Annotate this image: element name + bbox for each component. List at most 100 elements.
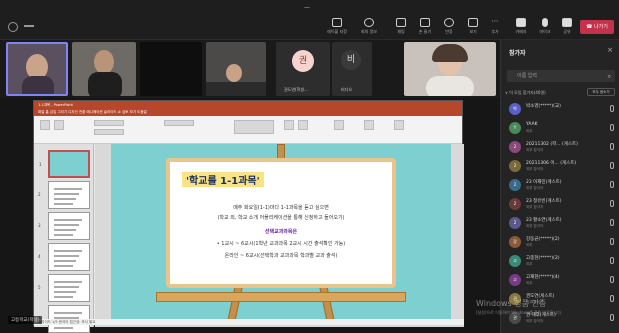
mic-off-icon	[610, 162, 614, 169]
easel-shelf	[156, 292, 406, 302]
label-button[interactable]: 레이블 지정	[322, 18, 352, 38]
thumbnail-text-line	[54, 203, 73, 205]
thumbnail-text-line	[54, 198, 76, 200]
thumbnail-text-line	[54, 327, 73, 329]
participant-row[interactable]: 2 23 황소연(게스트) 외부 참석자	[501, 214, 619, 233]
share-button[interactable]: 공유	[552, 18, 582, 38]
participant-row[interactable]: 2 20211302 (학... (게스트) 외부 참석자	[501, 138, 619, 157]
avatar-tile[interactable]: 권 권도연(학생...	[276, 42, 330, 96]
mic-off-icon	[610, 143, 614, 150]
participant-role: 외부 참석자	[526, 186, 544, 190]
video-tile[interactable]	[140, 42, 202, 96]
participant-row[interactable]: 강 강동균(*****)(2) 외부	[501, 233, 619, 252]
mic-off-icon	[610, 181, 614, 188]
avatar: 강	[509, 236, 521, 248]
participant-row[interactable]: 고 고재현(*****)(4) 외부	[501, 271, 619, 290]
avatar: 권	[292, 50, 314, 72]
thumbnail-text-line	[54, 296, 73, 298]
participant-role: 외부 참석자	[526, 319, 544, 323]
video-tile[interactable]	[6, 42, 68, 96]
close-icon[interactable]: ×	[607, 46, 613, 54]
ppt-titlebar: 1-1과목 - PowerPoint	[34, 101, 462, 109]
participant-name: 23 이재민(게스트)	[526, 180, 562, 185]
slide-thumbnail[interactable]: 5	[38, 274, 90, 302]
ppt-statusbar: 슬라이드 1/5 한국어 접근성: 조사 필요	[34, 319, 464, 325]
font-style-icons[interactable]	[94, 129, 124, 135]
participant-row[interactable]: 박 박소영(*****)(교)	[501, 100, 619, 119]
participant-row[interactable]: 2 23 이재민(게스트) 외부 참석자	[501, 176, 619, 195]
participant-body	[22, 76, 54, 94]
slide-number: 3	[38, 223, 41, 228]
video-tile[interactable]	[72, 42, 136, 96]
slide-thumbnail[interactable]: 2	[38, 181, 90, 209]
slide-number: 1	[39, 162, 42, 167]
shapes-gallery[interactable]	[234, 120, 274, 134]
thumbnail-text-line	[54, 188, 82, 190]
search-icon: ⌕	[607, 73, 611, 80]
thumbnail-text-line	[54, 291, 76, 293]
participant-role: 외부 참석자	[526, 205, 544, 209]
participant-row[interactable]: Y YAAK 외부	[501, 119, 619, 138]
video-tile[interactable]	[206, 42, 266, 96]
activation-watermark: Windows 정품 인증	[476, 299, 547, 308]
slide-line: 온라인 ~ 6교시(선택학과 교과과목 학과별 교과 출석)	[224, 253, 338, 259]
arrange-icon[interactable]	[284, 120, 294, 130]
info-button[interactable]: 회의 정보	[354, 18, 384, 38]
participant-row[interactable]: 고 고종현(*****)(2) 외부	[501, 252, 619, 271]
participant-name: 박소영(*****)(교)	[526, 104, 561, 109]
thumbnail-text-line	[54, 286, 79, 288]
new-slide-icon[interactable]	[54, 120, 64, 130]
participant-name: 강동균(*****)(2)	[526, 237, 560, 242]
participant-video	[94, 50, 114, 74]
chat-icon	[396, 18, 406, 27]
avatar-tile[interactable]: 비 비디오	[332, 42, 372, 96]
mic-off-icon	[610, 105, 614, 112]
section-header[interactable]: ∨ 이 모임 참가자(40명)	[505, 90, 546, 96]
avatar: 고	[509, 255, 521, 267]
avatar: 2	[509, 179, 521, 191]
find-icon[interactable]	[334, 120, 344, 130]
mute-all-button[interactable]: 모두 음소거	[587, 88, 615, 96]
minimize-icon[interactable]	[24, 25, 34, 27]
leave-button[interactable]: ☎ 나가기	[580, 20, 614, 34]
participant-body	[88, 72, 122, 96]
quick-styles-icon[interactable]	[298, 120, 308, 130]
label-icon	[332, 18, 342, 27]
dictate-icon[interactable]	[364, 120, 374, 130]
font-box[interactable]	[94, 120, 124, 126]
mic-off-icon	[610, 200, 614, 207]
thumbnail-text-line	[54, 281, 82, 283]
slide-thumbnail[interactable]: 1	[39, 150, 90, 178]
phone-icon: ☎	[586, 24, 594, 30]
paste-icon[interactable]	[40, 120, 50, 130]
mic-off-icon	[610, 257, 614, 264]
expand-icon[interactable]	[8, 22, 18, 32]
participant-row[interactable]: 2 23 정유빈(게스트) 외부 참석자	[501, 195, 619, 214]
slide-title: '학교를 1-1과목'	[182, 172, 264, 187]
participant-list: 박 박소영(*****)(교) Y YAAK 외부 2 20211302 (학... (게스…	[501, 100, 619, 328]
participant-video	[226, 64, 242, 82]
participant-row[interactable]: 2 20211306 이... (게스트) 외부 참석자	[501, 157, 619, 176]
slide-thumbnail[interactable]: 4	[38, 243, 90, 271]
designer-icon[interactable]	[394, 120, 404, 130]
thumbnail-text-line	[54, 229, 76, 231]
presenter-label: 고등학교(학생)	[8, 316, 43, 324]
activation-watermark-sub: [설정]으로 이동하여 Windows를 정품 인증합니다.	[476, 310, 563, 315]
video-tile[interactable]	[404, 42, 496, 96]
avatar: 2	[509, 141, 521, 153]
meeting-toolbar: — 레이블 지정 회의 정보 채팅 손 들기 반응 보기 ⋯ 추가 카메라 마이…	[0, 0, 619, 40]
easel-leg	[226, 283, 244, 322]
slide-thumbnail[interactable]: 3	[38, 212, 90, 240]
participant-name: 20211302 (학... (게스트)	[526, 142, 578, 147]
thumbnail-text-line	[54, 265, 73, 267]
ppt-menubar[interactable]: 파일 홈 삽입 그리기 디자인 전환 애니메이션 슬라이드 쇼 검토 보기 도움…	[34, 109, 462, 116]
participant-body	[426, 76, 474, 96]
thumbnail-text-line	[54, 250, 82, 252]
slide: '학교를 1-1과목' 매주 화요일(1-1)마다 1-1과목을 듣고 싶으면 …	[111, 144, 451, 322]
slide-line: • 1교시 ~ 6교시(1학년 교과과목 2교시 시간 출석확인 가능)	[216, 241, 346, 247]
camera-icon	[516, 18, 526, 27]
paragraph-icons[interactable]	[164, 120, 194, 126]
participant-search-input[interactable]: 이름 입력 ⌕	[507, 70, 615, 82]
thumbnail-text-line	[54, 193, 79, 195]
slide-line: 선택교과과목은	[264, 229, 298, 235]
